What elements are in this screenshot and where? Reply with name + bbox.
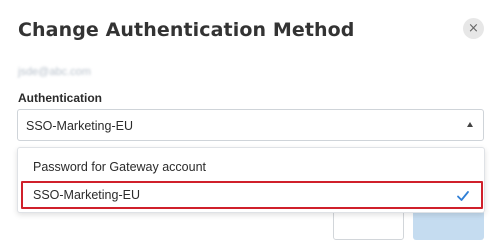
option-label: Password for Gateway account [33, 160, 206, 174]
option-password-gateway[interactable]: Password for Gateway account [18, 153, 484, 181]
authentication-label: Authentication [18, 91, 102, 105]
user-email: jsde@abc.com [18, 66, 91, 78]
option-label: SSO-Marketing-EU [33, 188, 140, 202]
close-icon: × [468, 21, 479, 36]
authentication-dropdown: Password for Gateway account SSO-Marketi… [17, 147, 485, 213]
select-value: SSO-Marketing-EU [26, 119, 133, 133]
authentication-select[interactable]: SSO-Marketing-EU [17, 109, 484, 141]
check-icon [457, 191, 469, 201]
change-auth-dialog: Change Authentication Method × jsde@abc.… [0, 0, 504, 240]
option-sso-marketing-eu[interactable]: SSO-Marketing-EU [21, 181, 483, 209]
caret-up-icon [467, 122, 473, 127]
dialog-title: Change Authentication Method [18, 19, 355, 41]
close-button[interactable]: × [463, 18, 484, 39]
